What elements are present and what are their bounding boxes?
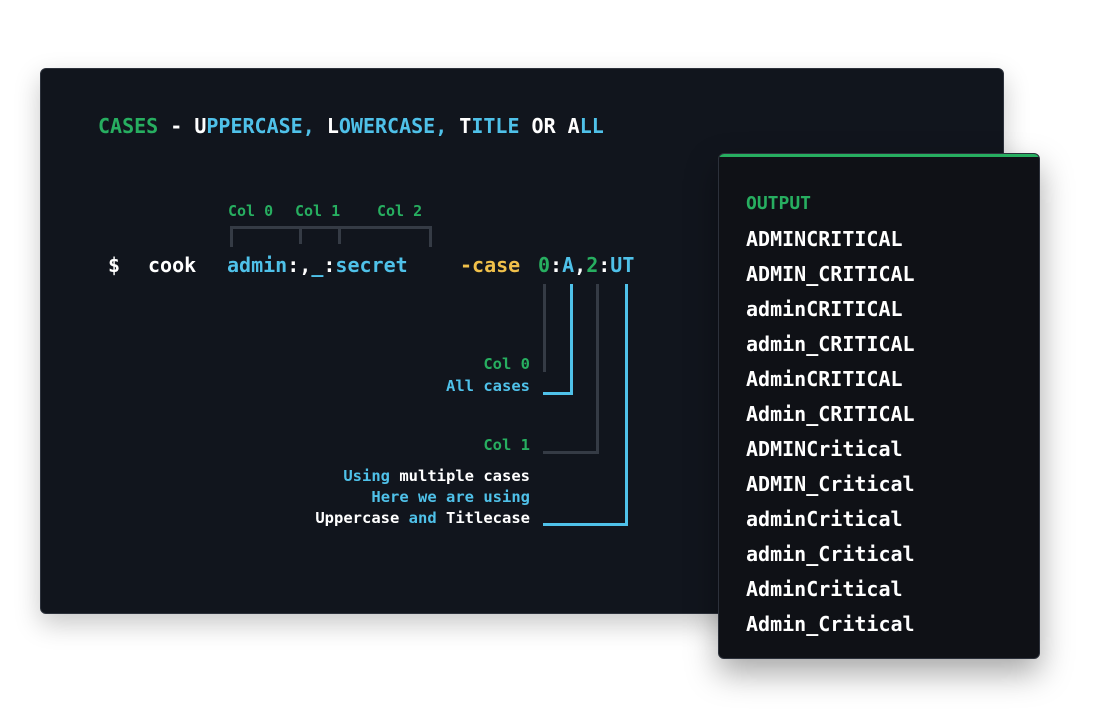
annotation-multiple-cases: Using multiple cases [230,467,530,485]
annotation-using: Using [343,467,391,485]
connector-multiple-cases [625,284,628,526]
title-part: ITLE [471,114,520,138]
column-divider [338,226,341,244]
output-title: OUTPUT [746,193,812,214]
case-flag: -case [460,253,521,277]
output-line: ADMIN_CRITICAL [746,262,915,286]
connector-col1 [596,284,599,454]
title-part: - [158,114,195,138]
shell-prompt: $ [108,253,121,277]
title-part: U [194,114,207,138]
output-line: admin_CRITICAL [746,332,915,356]
case-ut: UT [610,253,635,277]
connector-all-cases [570,284,573,395]
output-line: AdminCritical [746,577,903,601]
case-col-0: 0 [538,253,551,277]
arg-comma: , [299,253,312,277]
output-line: ADMIN_Critical [746,472,915,496]
output-line: Admin_Critical [746,612,915,636]
title-part: A [567,114,580,138]
column-label-0: Col 0 [228,202,274,220]
case-separator: : [598,253,611,277]
connector-multiple-cases-horizontal [543,523,628,526]
case-col-2: 2 [586,253,599,277]
output-line: admin_Critical [746,542,915,566]
annotation-titlecase: Titlecase [446,509,530,527]
annotation-col0: Col 0 [483,355,530,373]
arg-separator: : [323,253,336,277]
output-line: ADMINCRITICAL [746,227,903,251]
output-line: AdminCRITICAL [746,367,903,391]
arg-secret: secret [335,253,408,277]
column-bracket [230,226,432,247]
annotation-here-using: Here we are using [371,488,530,506]
output-line: Admin_CRITICAL [746,402,915,426]
output-line: adminCritical [746,507,903,531]
command-argument: admin:,_:secret [227,255,408,275]
case-comma: , [574,253,587,277]
connector-col0 [543,284,546,372]
annotation-multiple: multiple cases [390,467,530,485]
case-separator: : [550,253,563,277]
annotation-and: and [399,509,446,527]
column-label-2: Col 2 [377,202,423,220]
case-all: A [562,253,575,277]
title-part: PPERCASE, [206,114,315,138]
annotation-col1: Col 1 [483,436,530,454]
title-part: LL [579,114,604,138]
annotation-uppercase: Uppercase [315,509,400,527]
title-part: L [326,114,339,138]
command-name: cook [148,253,197,277]
title-part [315,114,327,138]
arg-underscore: _ [311,253,324,277]
title-part: T [459,114,472,138]
title-part: CASES [98,114,159,138]
output-line: ADMINCritical [746,437,903,461]
output-panel: OUTPUT ADMINCRITICAL ADMIN_CRITICAL adminC… [718,153,1040,659]
connector-all-cases-horizontal [543,392,573,395]
arg-separator: : [287,253,300,277]
annotation-upper-title: Uppercase and Titlecase [230,509,530,527]
column-divider [299,226,302,244]
case-value: 0:A,2:UT [538,255,634,275]
connector-col1-horizontal [543,451,599,454]
title-part: OWERCASE, [338,114,448,138]
output-line: adminCRITICAL [746,297,903,321]
column-label-1: Col 1 [295,202,341,220]
title-part [447,114,459,138]
arg-admin: admin [227,253,288,277]
output-accent-bar [719,154,1039,157]
title-part: OR [519,114,568,138]
page-title: CASES - UPPERCASE, LOWERCASE, TITLE OR A… [98,116,604,136]
annotation-all-cases: All cases [446,377,530,395]
